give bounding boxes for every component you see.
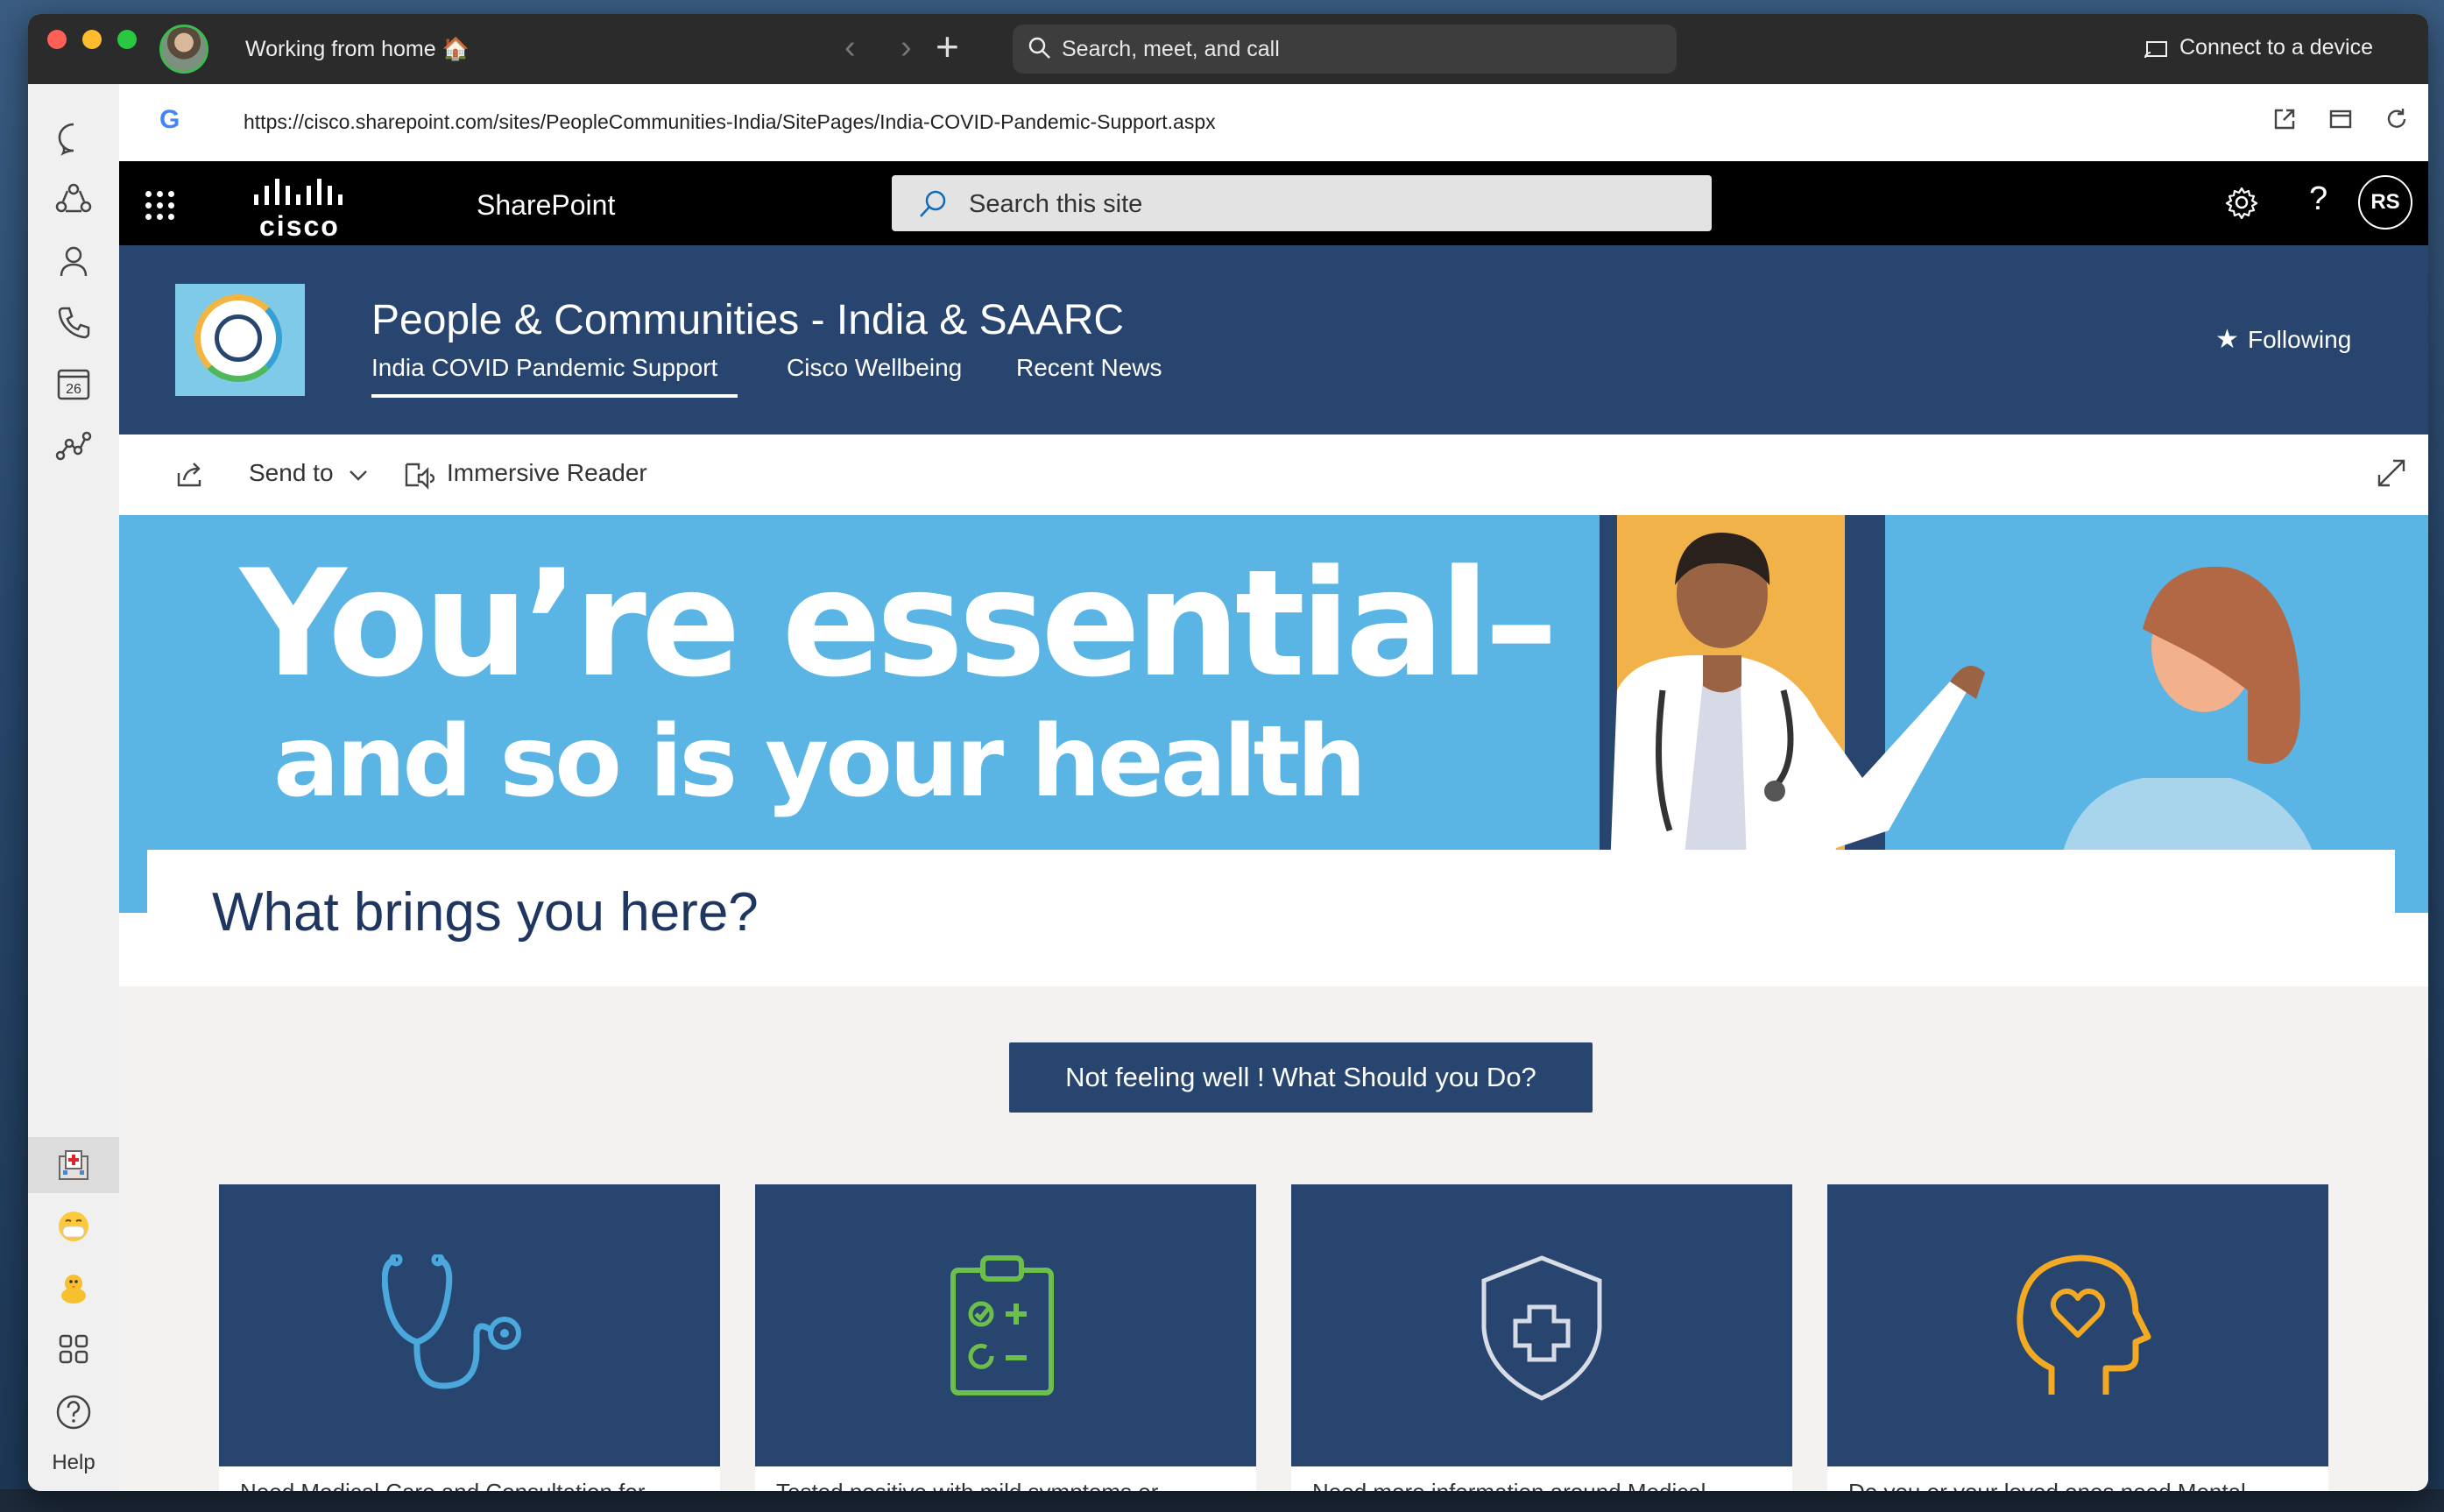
user-avatar[interactable] <box>159 25 208 74</box>
tile-medical-information[interactable] <box>1291 1184 1792 1466</box>
search-placeholder: Search, meet, and call <box>1062 37 1280 61</box>
clipboard-icon <box>950 1255 1054 1395</box>
site-header: People & Communities - India & SAARC Ind… <box>119 245 2428 435</box>
mask-emoji-icon[interactable] <box>28 1198 119 1254</box>
share-icon <box>177 463 201 487</box>
search-icon <box>920 190 946 217</box>
chick-emoji-icon[interactable] <box>28 1260 119 1316</box>
immersive-reader-icon <box>405 463 434 490</box>
nav-recent-news[interactable]: Recent News <box>1016 354 1162 382</box>
workflow-icon[interactable] <box>28 417 119 473</box>
calls-icon[interactable] <box>28 294 119 350</box>
page-title-card: What brings you here? <box>147 850 2395 986</box>
not-feeling-well-button[interactable]: Not feeling well ! What Should you Do? <box>1009 1042 1593 1113</box>
help-icon[interactable] <box>28 1384 119 1440</box>
send-to-button[interactable]: Send to <box>249 459 334 487</box>
star-icon: ★ <box>2215 325 2239 354</box>
shield-cross-icon <box>1481 1255 1602 1401</box>
chat-icon[interactable] <box>28 110 119 166</box>
site-title[interactable]: People & Communities - India & SAARC <box>371 296 1124 344</box>
settings-gear-icon[interactable] <box>2225 186 2258 219</box>
help-question-icon[interactable]: ? <box>2309 180 2327 218</box>
nav-covid-support[interactable]: India COVID Pandemic Support <box>371 354 717 382</box>
teams-window: Working from home 🏠 ‹ › + Search, meet, … <box>28 14 2428 1491</box>
nav-active-indicator <box>371 394 738 398</box>
search-icon <box>1028 37 1050 59</box>
new-chat-plus-icon[interactable]: + <box>936 26 959 67</box>
tile-tested-positive-caption[interactable]: Tested positive with mild symptoms or... <box>755 1466 1256 1491</box>
google-logo-icon: G <box>159 105 180 134</box>
refresh-icon[interactable] <box>2384 107 2409 131</box>
teams-search-bar[interactable]: Search, meet, and call <box>1013 25 1677 74</box>
minimize-window-button[interactable] <box>82 30 102 49</box>
hero-headline: You’re essential– <box>240 538 1558 710</box>
hero-subheadline: and so is your health <box>273 705 1367 819</box>
tile-medical-care-caption[interactable]: Need Medical Care and Consultation for..… <box>219 1466 720 1491</box>
title-bar: Working from home 🏠 ‹ › + Search, meet, … <box>28 14 2428 84</box>
tile-caption-text: Do you or your loved ones need Mental... <box>1848 1479 2313 1491</box>
expand-icon[interactable] <box>2376 457 2407 489</box>
apps-icon[interactable] <box>28 1321 119 1377</box>
site-logo[interactable] <box>175 284 305 396</box>
immersive-reader-button[interactable]: Immersive Reader <box>447 459 647 487</box>
sharepoint-suite-bar: cisco SharePoint Search this site ? RS <box>119 161 2428 245</box>
app-launcher-icon[interactable] <box>145 191 175 221</box>
forward-arrow-icon[interactable]: › <box>901 30 912 65</box>
app-rail: 26 Help <box>28 84 120 1491</box>
stethoscope-icon <box>382 1254 521 1389</box>
tile-caption-text: Need Medical Care and Consultation for..… <box>240 1479 704 1491</box>
connect-device-button[interactable]: Connect to a device <box>2179 35 2373 60</box>
teams-icon[interactable] <box>28 172 119 228</box>
nav-cisco-wellbeing[interactable]: Cisco Wellbeing <box>787 354 962 382</box>
site-search-placeholder: Search this site <box>969 190 1143 218</box>
back-arrow-icon[interactable]: ‹ <box>844 30 856 65</box>
desktop-dock-strip <box>0 1489 2444 1512</box>
cisco-bridge-logo-icon <box>254 179 343 205</box>
open-external-icon[interactable] <box>2272 107 2297 131</box>
cast-icon <box>2144 41 2167 59</box>
chevron-down-icon[interactable] <box>349 470 368 482</box>
following-button[interactable]: Following <box>2248 326 2351 354</box>
cisco-wordmark: cisco <box>259 210 340 242</box>
tile-mental-health-caption[interactable]: Do you or your loved ones need Mental... <box>1827 1466 2328 1491</box>
site-search-box[interactable]: Search this site <box>892 175 1712 231</box>
tile-medical-information-caption[interactable]: Need more information around Medical... <box>1291 1466 1792 1491</box>
tile-caption-text: Tested positive with mild symptoms or... <box>776 1479 1240 1491</box>
account-avatar[interactable]: RS <box>2358 175 2412 230</box>
address-bar: G https://cisco.sharepoint.com/sites/Peo… <box>119 84 2428 162</box>
tile-mental-health[interactable] <box>1827 1184 2328 1466</box>
people-icon[interactable] <box>28 233 119 289</box>
hospital-icon[interactable] <box>28 1137 119 1193</box>
calendar-icon[interactable]: 26 <box>28 356 119 412</box>
maximize-window-button[interactable] <box>117 30 137 49</box>
help-label[interactable]: Help <box>28 1451 119 1475</box>
page-heading: What brings you here? <box>212 882 759 943</box>
head-heart-icon <box>2017 1254 2151 1395</box>
url-text[interactable]: https://cisco.sharepoint.com/sites/Peopl… <box>244 110 1216 134</box>
tile-caption-text: Need more information around Medical... <box>1312 1479 1776 1491</box>
browser-view-icon[interactable] <box>2328 107 2353 131</box>
tile-tested-positive[interactable] <box>755 1184 1256 1466</box>
sharepoint-app-name[interactable]: SharePoint <box>477 189 615 222</box>
command-bar: Send to Immersive Reader <box>119 435 2428 515</box>
close-window-button[interactable] <box>47 30 67 49</box>
page-content: Not feeling well ! What Should you Do? N… <box>119 986 2428 1491</box>
tile-medical-care[interactable] <box>219 1184 720 1466</box>
status-message[interactable]: Working from home 🏠 <box>245 37 470 62</box>
calendar-day-label: 26 <box>66 382 81 397</box>
